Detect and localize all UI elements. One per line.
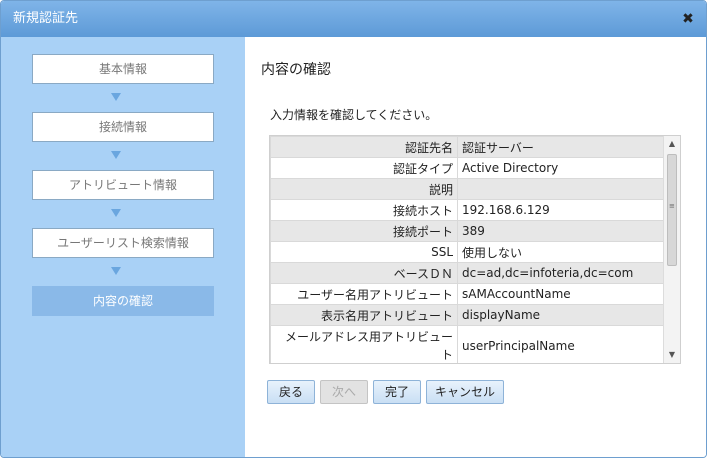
page-title: 内容の確認 xyxy=(261,62,331,78)
step-arrow-icon xyxy=(111,209,121,217)
step-connection-info[interactable]: 接続情報 xyxy=(32,112,214,142)
row-label: 表示名用アトリビュート xyxy=(270,304,458,326)
finish-button[interactable]: 完了 xyxy=(373,380,421,404)
step-user-list-search-info[interactable]: ユーザーリスト検索情報 xyxy=(32,228,214,258)
table-row: 接続ホスト 192.168.6.129 xyxy=(270,199,664,221)
row-value: dc=ad,dc=infoteria,dc=com xyxy=(457,262,664,284)
table-row: 説明 xyxy=(270,178,664,200)
next-button[interactable]: 次へ xyxy=(320,380,368,404)
scroll-thumb[interactable]: ≡ xyxy=(667,154,677,266)
row-label: 認証タイプ xyxy=(270,157,458,179)
wizard-steps-sidebar: 基本情報 接続情報 アトリビュート情報 ユーザーリスト検索情報 内容の確認 xyxy=(1,37,245,457)
row-value xyxy=(457,178,664,200)
row-label: 接続ポート xyxy=(270,220,458,242)
step-basic-info[interactable]: 基本情報 xyxy=(32,54,214,84)
row-value: displayName xyxy=(457,304,664,326)
dialog: 新規認証先 ✖ 基本情報 接続情報 アトリビュート情報 ユーザーリスト検索情報 … xyxy=(0,0,707,458)
step-arrow-icon xyxy=(111,93,121,101)
table-row: 認証タイプ Active Directory xyxy=(270,157,664,179)
scroll-up-arrow-icon[interactable]: ▲ xyxy=(664,136,680,152)
row-label: SSL xyxy=(270,241,458,263)
table-scrollbar[interactable]: ▲ ≡ ▼ xyxy=(663,136,680,363)
grip-icon: ≡ xyxy=(669,202,675,210)
table-row: メールアドレス用アトリビュート userPrincipalName xyxy=(270,325,664,363)
row-label: メールアドレス用アトリビュート xyxy=(270,325,458,363)
row-label: 説明 xyxy=(270,178,458,200)
table-row: 接続ポート 389 xyxy=(270,220,664,242)
cancel-button[interactable]: キャンセル xyxy=(426,380,504,404)
row-value: 192.168.6.129 xyxy=(457,199,664,221)
row-label: ベースＤＮ xyxy=(270,262,458,284)
instruction-text: 入力情報を確認してください。 xyxy=(270,108,438,122)
summary-table: 認証先名 認証サーバー 認証タイプ Active Directory 説明 接続… xyxy=(270,136,664,363)
table-row: SSL 使用しない xyxy=(270,241,664,263)
row-value: 使用しない xyxy=(457,241,664,263)
table-row: ユーザー名用アトリビュート sAMAccountName xyxy=(270,283,664,305)
row-value: sAMAccountName xyxy=(457,283,664,305)
row-value: userPrincipalName xyxy=(457,325,664,363)
table-row: 認証先名 認証サーバー xyxy=(270,136,664,158)
dialog-titlebar: 新規認証先 ✖ xyxy=(1,1,706,37)
dialog-title: 新規認証先 xyxy=(13,11,79,26)
row-value: Active Directory xyxy=(457,157,664,179)
back-button[interactable]: 戻る xyxy=(267,380,315,404)
table-row: 表示名用アトリビュート displayName xyxy=(270,304,664,326)
scroll-down-arrow-icon[interactable]: ▼ xyxy=(664,347,680,363)
table-row: ベースＤＮ dc=ad,dc=infoteria,dc=com xyxy=(270,262,664,284)
row-label: ユーザー名用アトリビュート xyxy=(270,283,458,305)
close-icon[interactable]: ✖ xyxy=(678,9,698,29)
row-value: 認証サーバー xyxy=(457,136,664,158)
row-value: 389 xyxy=(457,220,664,242)
summary-table-container[interactable]: 認証先名 認証サーバー 認証タイプ Active Directory 説明 接続… xyxy=(269,135,681,364)
main-content: 内容の確認 入力情報を確認してください。 認証先名 認証サーバー 認証タイプ A… xyxy=(245,37,706,457)
row-label: 接続ホスト xyxy=(270,199,458,221)
step-arrow-icon xyxy=(111,267,121,275)
row-label: 認証先名 xyxy=(270,136,458,158)
step-attribute-info[interactable]: アトリビュート情報 xyxy=(32,170,214,200)
step-confirm-content[interactable]: 内容の確認 xyxy=(32,286,214,316)
step-arrow-icon xyxy=(111,151,121,159)
